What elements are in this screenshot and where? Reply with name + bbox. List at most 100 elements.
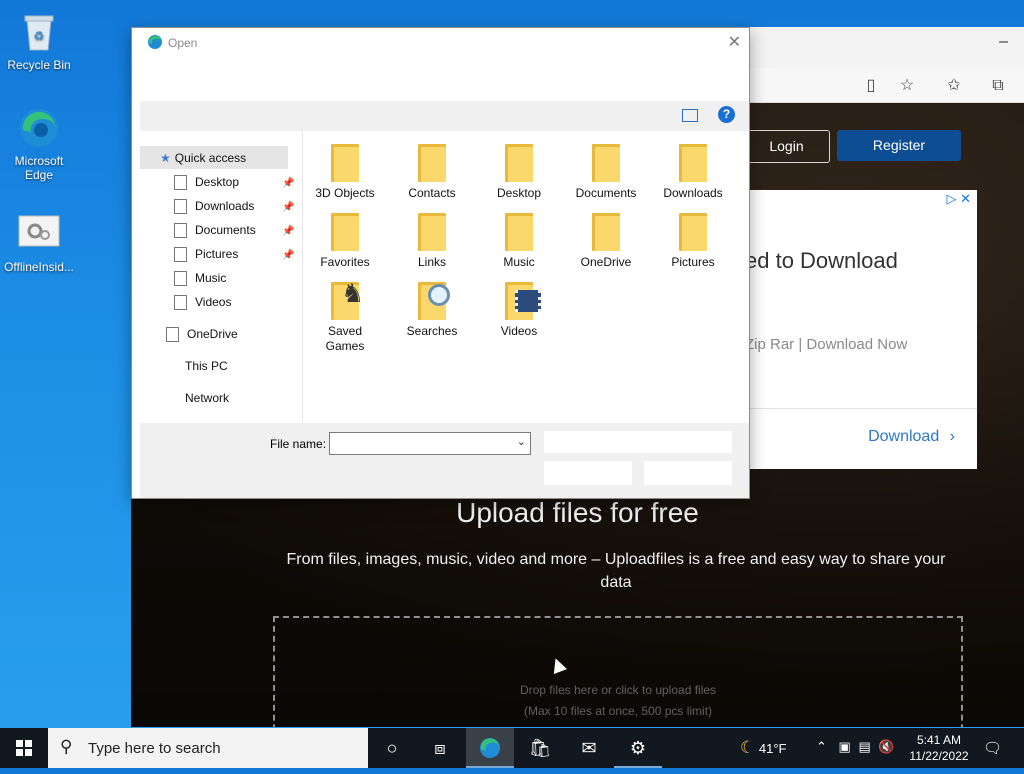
- desktop-icon-recycle-bin[interactable]: ♻ Recycle Bin: [2, 10, 76, 72]
- dialog-bottom-bar: File name: ⌄: [140, 423, 749, 498]
- immersive-reader-icon[interactable]: ▯: [861, 76, 881, 96]
- favorites-icon[interactable]: ✩: [944, 76, 964, 96]
- desktop-icon-label: Recycle Bin: [7, 58, 71, 72]
- ad-choices-icon[interactable]: ▷ ✕: [946, 191, 971, 207]
- weather-widget[interactable]: ☾ 41°F: [740, 738, 786, 758]
- cancel-button[interactable]: [644, 461, 732, 485]
- preview-pane-icon[interactable]: [682, 109, 698, 122]
- clock[interactable]: 5:41 AM 11/22/2022: [900, 732, 978, 764]
- file-label: 3D Objects: [315, 186, 375, 200]
- register-button[interactable]: Register: [837, 130, 961, 161]
- login-button[interactable]: Login: [743, 130, 830, 163]
- nav-item-pictures[interactable]: Pictures: [174, 243, 238, 265]
- system-tray: ⌃ ▣ ▤ 🔇: [816, 739, 895, 755]
- open-button[interactable]: [544, 461, 632, 485]
- file-icon: [166, 327, 179, 343]
- folder-icon: [592, 213, 620, 251]
- start-button[interactable]: [0, 728, 48, 768]
- nav-item-desktop[interactable]: Desktop: [174, 171, 239, 193]
- drop-zone[interactable]: Drop files here or click to upload files…: [273, 616, 963, 727]
- nav-item-documents[interactable]: Documents: [174, 219, 256, 241]
- desktop-icon-edge[interactable]: Microsoft Edge: [2, 106, 76, 182]
- folder-icon: [505, 144, 533, 182]
- desktop-icon-label: OfflineInsid...: [4, 260, 74, 274]
- task-view-icon[interactable]: ⧈: [416, 728, 464, 768]
- nav-item-label: This PC: [185, 359, 228, 373]
- chevron-up-icon[interactable]: ⌃: [816, 739, 827, 754]
- file-item[interactable]: Pictures: [652, 205, 734, 270]
- pin-icon: 📌: [282, 250, 295, 261]
- taskbar: ⚲ Type here to search ○ ⧈ 🛍 ✉ ⚙ ☾ 41°F ⌃…: [0, 728, 1024, 768]
- volume-muted-icon[interactable]: 🔇: [878, 739, 894, 754]
- desktop-icon-offlineinsider[interactable]: OfflineInsid...: [2, 212, 76, 274]
- file-item[interactable]: OneDrive: [565, 205, 647, 270]
- svg-text:♻: ♻: [34, 29, 45, 43]
- file-item[interactable]: Downloads: [652, 136, 734, 201]
- file-item[interactable]: Music: [478, 205, 560, 270]
- desktop-icon-label: Microsoft Edge: [14, 154, 64, 182]
- cortana-icon[interactable]: ○: [368, 728, 416, 768]
- advertisement[interactable]: ▷ ✕ ed to Download Zip Rar | Download No…: [745, 190, 977, 469]
- security-icon[interactable]: ▣: [839, 739, 851, 754]
- file-label: Searches: [406, 324, 458, 338]
- nav-item-quick-access[interactable]: ★ Quick access: [160, 147, 246, 169]
- nav-item-this-pc[interactable]: This PC: [185, 355, 228, 377]
- edge-icon: [17, 106, 61, 150]
- file-item[interactable]: Documents: [565, 136, 647, 201]
- network-icon[interactable]: ▤: [858, 739, 870, 754]
- ad-download-link[interactable]: Download ›: [868, 428, 955, 446]
- file-item[interactable]: ♞ Saved Games: [314, 274, 376, 354]
- folder-icon: [592, 144, 620, 182]
- file-item[interactable]: Favorites: [304, 205, 386, 270]
- chevron-down-icon[interactable]: ⌄: [517, 435, 526, 448]
- file-item[interactable]: Desktop: [478, 136, 560, 201]
- nav-item-music[interactable]: Music: [174, 267, 226, 289]
- file-item[interactable]: Searches: [391, 274, 473, 339]
- file-type-select[interactable]: [544, 431, 732, 453]
- drop-zone-text: Drop files here or click to upload files…: [275, 680, 961, 722]
- pin-icon: 📌: [282, 226, 295, 237]
- file-label: Documents: [575, 186, 637, 200]
- file-label: Music: [503, 255, 535, 269]
- taskbar-search[interactable]: ⚲ Type here to search: [48, 728, 368, 768]
- ad-headline[interactable]: ed to Download: [745, 248, 898, 274]
- searches-icon: [418, 282, 450, 320]
- nav-item-label: Documents: [195, 223, 256, 237]
- settings-gear-icon[interactable]: ⚙: [614, 728, 662, 768]
- navigation-pane: ★ Quick access Desktop 📌 Downloads 📌 Docu…: [140, 131, 297, 423]
- nav-item-label: Network: [185, 391, 230, 405]
- file-item[interactable]: Contacts: [391, 136, 473, 201]
- weather-temp: 41°F: [758, 741, 787, 756]
- pane-divider[interactable]: [302, 131, 303, 423]
- upload-subtitle: From files, images, music, video and mor…: [286, 551, 946, 591]
- nav-item-onedrive[interactable]: OneDrive: [166, 323, 238, 345]
- add-favorite-icon[interactable]: ☆: [897, 76, 917, 96]
- nav-item-videos[interactable]: Videos: [174, 291, 231, 313]
- nav-item-downloads[interactable]: Downloads: [174, 195, 254, 217]
- file-item[interactable]: Videos: [478, 274, 560, 339]
- minimize-icon[interactable]: –: [999, 33, 1008, 51]
- folder-icon: [505, 213, 533, 251]
- file-item[interactable]: Links: [391, 205, 473, 270]
- file-label: Links: [417, 255, 446, 269]
- clock-date: 11/22/2022: [909, 749, 969, 763]
- close-icon[interactable]: ✕: [728, 32, 741, 52]
- file-label: Contacts: [408, 186, 456, 200]
- mail-icon[interactable]: ✉: [565, 728, 613, 768]
- file-icon: [174, 271, 187, 287]
- taskbar-edge-icon[interactable]: [466, 728, 514, 768]
- windows-icon: [16, 740, 32, 756]
- search-icon: ⚲: [60, 737, 73, 756]
- help-icon[interactable]: ?: [718, 106, 735, 123]
- file-list: 3D Objects Contacts Desktop Documents Do…: [304, 131, 744, 423]
- folder-icon: [331, 213, 359, 251]
- upload-title: Upload files for free: [456, 497, 699, 528]
- notification-icon[interactable]: 🗨: [983, 739, 1002, 757]
- file-item[interactable]: 3D Objects: [304, 136, 386, 201]
- filename-input[interactable]: ⌄: [329, 432, 531, 455]
- file-icon: [174, 295, 187, 311]
- folder-icon: [331, 144, 359, 182]
- nav-item-network[interactable]: Network: [185, 387, 229, 409]
- collections-icon[interactable]: ⧉: [988, 76, 1008, 96]
- store-icon[interactable]: 🛍: [516, 728, 564, 768]
